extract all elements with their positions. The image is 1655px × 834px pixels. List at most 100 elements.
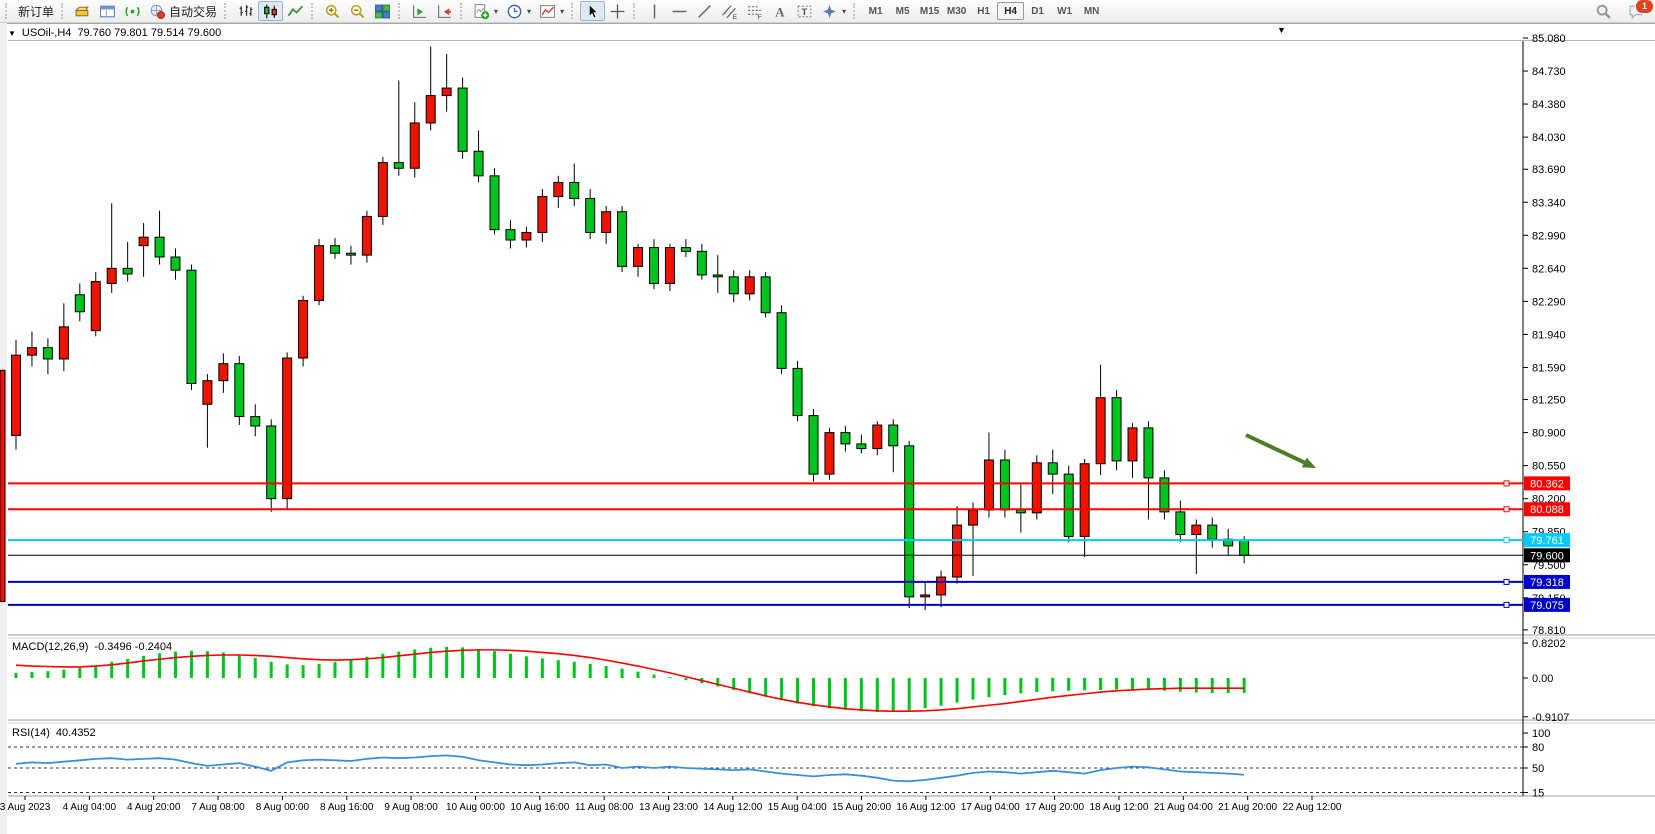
candle <box>618 212 627 267</box>
candle <box>713 275 722 277</box>
rsi-indicator-value: 40.4352 <box>56 727 96 739</box>
level-handle[interactable] <box>1504 602 1509 607</box>
rsi-panel-label: RSI(14) 40.4352 <box>12 727 96 739</box>
level-price-label: 79.761 <box>1530 535 1564 547</box>
macd-axis-label: -0.9107 <box>1532 712 1569 724</box>
candle <box>1112 398 1121 461</box>
chart-ohlc-values: 79.760 79.801 79.514 79.600 <box>77 27 221 39</box>
macd-indicator-values: -0.3496 -0.2404 <box>94 641 172 653</box>
candle <box>27 348 36 356</box>
time-tick-label: 10 Aug 16:00 <box>510 802 569 813</box>
time-tick-label: 21 Aug 04:00 <box>1154 802 1213 813</box>
time-tick-label: 11 Aug 08:00 <box>575 802 634 813</box>
candle <box>91 282 100 331</box>
level-price-label: 79.318 <box>1530 577 1564 589</box>
level-handle[interactable] <box>1504 538 1509 543</box>
level-handle[interactable] <box>1504 507 1509 512</box>
candle <box>570 182 579 198</box>
candle <box>937 577 946 595</box>
candle <box>1080 464 1089 537</box>
macd-signal-line <box>16 650 1244 711</box>
candle <box>442 88 451 96</box>
price-tick-label: 82.990 <box>1532 230 1566 242</box>
candle <box>522 232 531 240</box>
price-tick-label: 82.640 <box>1532 263 1566 275</box>
candle <box>1048 463 1057 474</box>
level-price-label: 80.088 <box>1530 504 1564 516</box>
macd-axis-label: 0.00 <box>1532 673 1553 685</box>
price-tick-label: 81.590 <box>1532 362 1566 374</box>
time-tick-label: 21 Aug 20:00 <box>1218 802 1277 813</box>
candle <box>969 510 978 525</box>
chart-menu-caret-icon[interactable]: ▼ <box>8 29 16 38</box>
candle <box>1032 463 1041 513</box>
candle <box>123 268 132 274</box>
candle <box>235 364 244 417</box>
candle <box>538 197 547 233</box>
time-tick-label: 10 Aug 00:00 <box>446 802 505 813</box>
candle <box>984 460 993 510</box>
candle <box>474 151 483 176</box>
time-tick-label: 17 Aug 04:00 <box>961 802 1020 813</box>
candle <box>410 123 419 168</box>
candle <box>809 416 818 475</box>
candle <box>394 163 403 169</box>
mt4-terminal: 新订单自动交易▾▾▾EFAT▾M1M5M15M30H1H4D1W1MN 1 ▼ … <box>0 0 1655 834</box>
time-tick-label: 9 Aug 08:00 <box>384 802 438 813</box>
candle <box>1208 525 1217 539</box>
rsi-axis-label: 100 <box>1532 728 1550 740</box>
candle <box>825 433 834 475</box>
candle <box>1176 512 1185 535</box>
price-tick-label: 85.080 <box>1532 33 1566 45</box>
level-handle[interactable] <box>1504 579 1509 584</box>
candle <box>219 364 228 381</box>
candle <box>75 295 84 312</box>
macd-axis-label: 0.8202 <box>1532 638 1566 650</box>
time-tick-label: 14 Aug 12:00 <box>703 802 762 813</box>
rsi-axis-label: 15 <box>1532 788 1544 800</box>
time-tick-label: 13 Aug 23:00 <box>639 802 698 813</box>
candle <box>187 270 196 383</box>
price-tick-label: 83.340 <box>1532 197 1566 209</box>
candle <box>1000 460 1009 510</box>
candle <box>873 425 882 449</box>
chart-object-caret-icon[interactable]: ▼ <box>1277 25 1286 35</box>
time-tick-label: 3 Aug 2023 <box>0 802 51 813</box>
price-tick-label: 81.940 <box>1532 329 1566 341</box>
candle <box>554 182 563 196</box>
candle <box>1192 525 1201 534</box>
candle <box>761 277 770 313</box>
price-tick-label: 80.550 <box>1532 461 1566 473</box>
candle <box>1096 398 1105 464</box>
candle <box>378 163 387 217</box>
candle <box>1144 428 1153 478</box>
candle <box>12 355 21 435</box>
time-tick-label: 18 Aug 12:00 <box>1089 802 1148 813</box>
level-price-label: 80.362 <box>1530 478 1564 490</box>
macd-panel-label: MACD(12,26,9) -0.3496 -0.2404 <box>12 641 172 653</box>
candle <box>315 246 324 301</box>
candle <box>729 277 738 294</box>
price-tick-label: 83.690 <box>1532 164 1566 176</box>
candle <box>155 237 164 257</box>
candle <box>107 268 116 283</box>
candle <box>602 212 611 233</box>
candle <box>171 257 180 270</box>
candle <box>251 417 260 426</box>
price-tick-label: 84.030 <box>1532 132 1566 144</box>
candle <box>139 237 148 245</box>
candle <box>59 327 68 359</box>
trend-arrow[interactable] <box>1246 435 1304 462</box>
candle <box>921 595 930 597</box>
level-handle[interactable] <box>1504 481 1509 486</box>
chart-canvas[interactable]: 85.08084.73084.38084.03083.69083.34082.9… <box>0 0 1655 834</box>
level-price-label: 79.075 <box>1530 600 1564 612</box>
time-tick-label: 15 Aug 20:00 <box>832 802 891 813</box>
rsi-indicator-name: RSI(14) <box>12 727 50 739</box>
price-tick-label: 81.250 <box>1532 395 1566 407</box>
time-tick-label: 16 Aug 12:00 <box>896 802 955 813</box>
candle <box>283 358 292 499</box>
price-tick-label: 78.810 <box>1532 625 1566 637</box>
price-tick-label: 84.730 <box>1532 66 1566 78</box>
candle <box>1240 540 1249 555</box>
